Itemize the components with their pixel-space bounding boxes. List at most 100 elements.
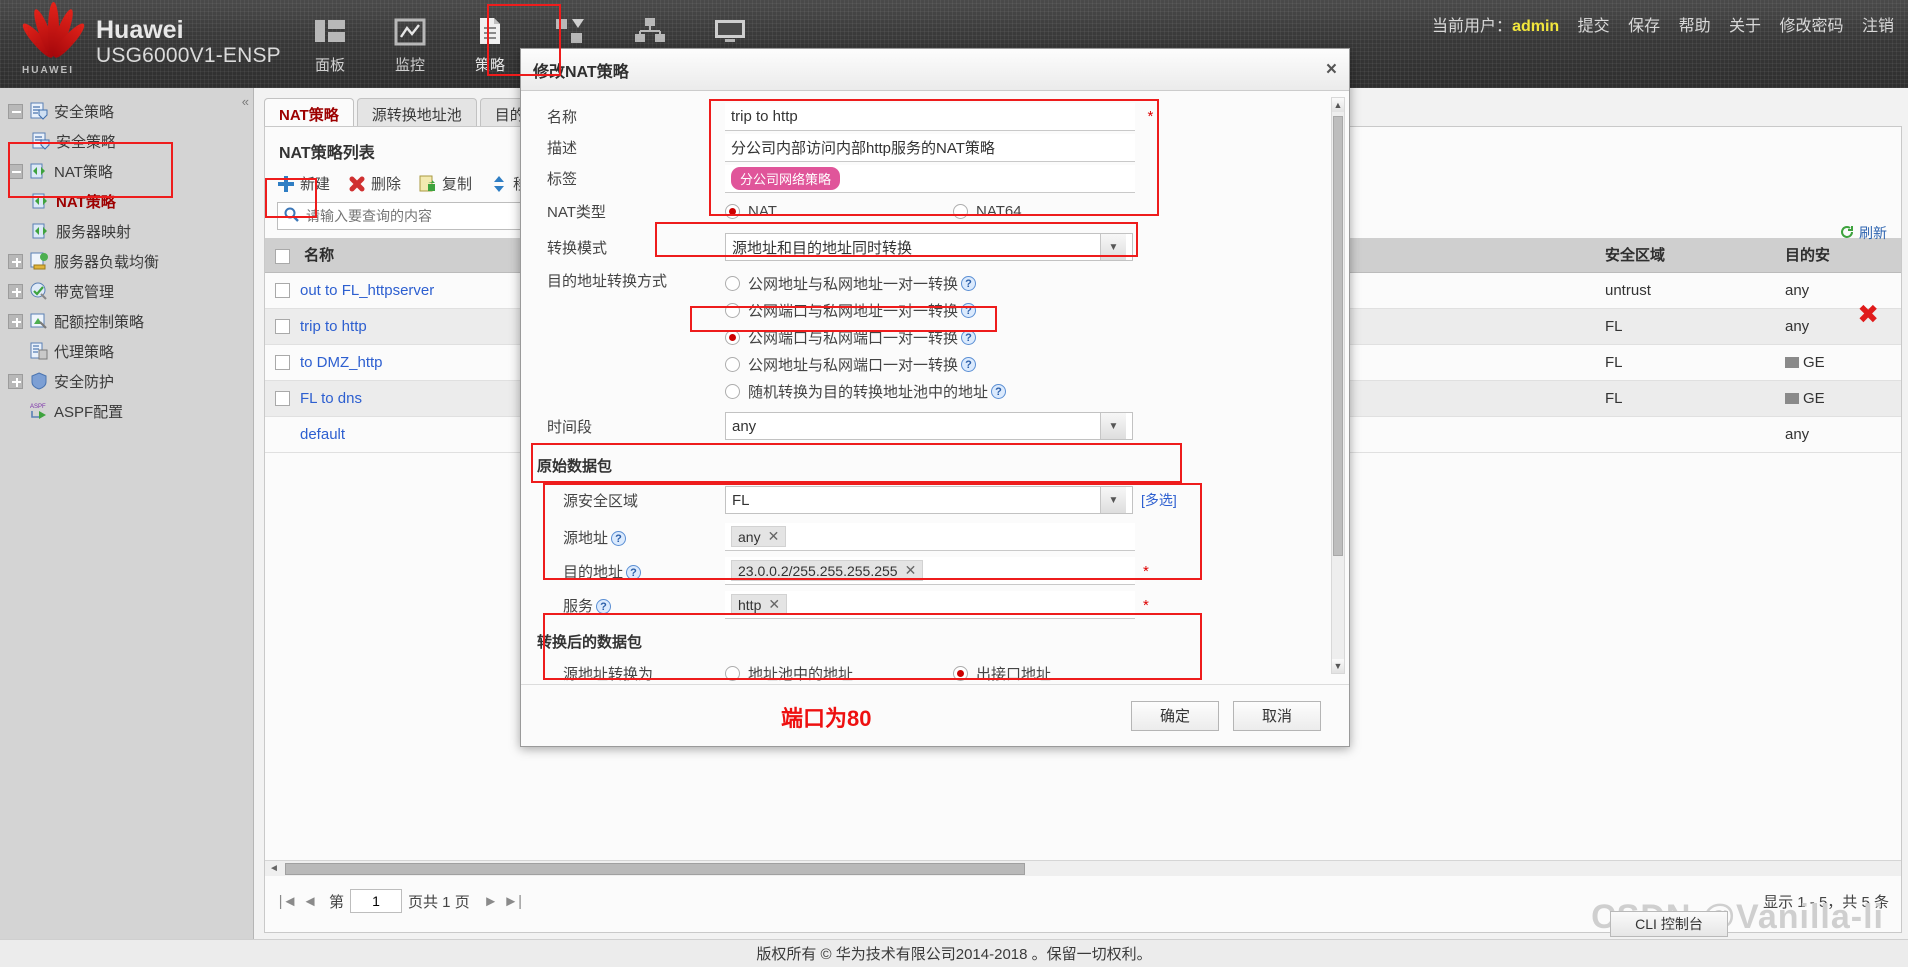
row-name-link[interactable]: out to FL_httpserver — [300, 282, 434, 299]
radio-nat64[interactable]: NAT64 — [953, 198, 1022, 225]
radio-icon[interactable] — [725, 665, 740, 681]
radio-pub-port-priv-addr[interactable]: 公网端口与私网地址一对一转换 ? — [725, 297, 1323, 324]
new-button[interactable]: 新建 — [277, 173, 330, 194]
radio-nat[interactable]: NAT — [725, 198, 953, 225]
pager-next[interactable]: ► — [480, 893, 502, 910]
address-chip[interactable]: 23.0.0.2/255.255.255.255 ✕ — [731, 560, 924, 581]
radio-outbound-interface[interactable]: 出接口地址 — [953, 660, 1051, 685]
pager-page-input[interactable] — [350, 889, 403, 913]
radio-icon[interactable] — [725, 303, 740, 318]
radio-icon[interactable] — [725, 330, 740, 345]
pager-last[interactable]: ►| — [502, 893, 524, 910]
refresh-button[interactable]: 刷新 — [1840, 223, 1887, 243]
service-chip[interactable]: http ✕ — [731, 594, 788, 615]
tag-pill[interactable]: 分公司网络策略 — [731, 166, 841, 190]
help-icon[interactable]: ? — [596, 599, 612, 615]
row-checkbox[interactable] — [275, 355, 290, 371]
help-icon[interactable]: ? — [961, 330, 977, 345]
remove-chip-icon[interactable]: ✕ — [768, 528, 780, 545]
row-name-link[interactable]: trip to http — [300, 318, 367, 335]
sidebar-item-server-load-balance[interactable]: 服务器负载均衡 — [6, 246, 253, 276]
tab-nat-policy[interactable]: NAT策略 — [264, 98, 354, 128]
row-name-link[interactable]: FL to dns — [300, 390, 362, 407]
description-input[interactable] — [725, 133, 1135, 162]
radio-icon[interactable] — [725, 276, 740, 291]
nav-item-monitor[interactable]: 监控 — [370, 6, 450, 75]
help-icon[interactable]: ? — [961, 276, 977, 291]
chevron-down-icon[interactable]: ▼ — [1100, 487, 1126, 513]
action-change-password[interactable]: 修改密码 — [1780, 18, 1844, 35]
scroll-up-arrow-icon[interactable]: ▲ — [1332, 98, 1344, 112]
remove-chip-icon[interactable]: ✕ — [905, 562, 917, 579]
radio-address-pool[interactable]: 地址池中的地址 — [725, 660, 953, 685]
service-field[interactable]: http ✕ — [725, 591, 1135, 619]
close-icon[interactable]: × — [1326, 59, 1337, 81]
scroll-left-arrow-icon[interactable]: ◄ — [265, 861, 283, 877]
sidebar-item-nat-policy[interactable]: NAT策略 — [6, 186, 253, 216]
help-icon[interactable]: ? — [991, 384, 1007, 399]
sidebar-item-security-protection[interactable]: 安全防护 — [6, 366, 253, 396]
sidebar-item-security-policy-group[interactable]: 安全策略 — [6, 96, 253, 126]
scroll-thumb[interactable] — [1333, 116, 1343, 556]
conversion-mode-select[interactable]: 源地址和目的地址同时转换 ▼ — [725, 233, 1133, 261]
name-input[interactable] — [725, 102, 1135, 131]
action-logout[interactable]: 注销 — [1862, 18, 1894, 35]
cell-name[interactable]: out to FL_httpserver — [265, 272, 555, 309]
select-all-checkbox[interactable] — [275, 248, 290, 264]
horizontal-scrollbar[interactable]: ◄ — [265, 860, 1901, 876]
radio-icon[interactable] — [725, 203, 740, 219]
expand-plus-icon[interactable] — [8, 373, 23, 389]
row-checkbox[interactable] — [275, 319, 290, 335]
radio-pub-addr-priv-port[interactable]: 公网地址与私网端口一对一转换 ? — [725, 351, 1323, 378]
tag-field[interactable]: 分公司网络策略 — [725, 164, 1135, 193]
action-submit[interactable]: 提交 — [1578, 18, 1610, 35]
src-zone-select[interactable]: FL ▼ — [725, 486, 1133, 514]
pager-first[interactable]: |◄ — [277, 893, 299, 910]
expand-plus-icon[interactable] — [8, 313, 23, 329]
tab-source-nat-pool[interactable]: 源转换地址池 — [356, 98, 477, 128]
cell-name[interactable]: to DMZ_http — [265, 344, 555, 381]
sidebar-item-server-map[interactable]: 服务器映射 — [6, 216, 253, 246]
sidebar-item-security-policy[interactable]: 安全策略 — [6, 126, 253, 156]
copy-button[interactable]: 复制 — [419, 173, 472, 194]
multi-select-link[interactable]: [多选] — [1141, 490, 1177, 510]
chevron-down-icon[interactable]: ▼ — [1100, 234, 1126, 260]
radio-icon[interactable] — [953, 665, 968, 681]
close-red-x-icon[interactable]: ✖ — [1857, 299, 1879, 330]
collapse-minus-icon[interactable] — [8, 163, 23, 179]
pager-prev[interactable]: ◄ — [299, 893, 321, 910]
cell-name[interactable]: FL to dns — [265, 380, 555, 417]
radio-pub-addr-priv-addr[interactable]: 公网地址与私网地址一对一转换 ? — [725, 270, 1323, 297]
dialog-vertical-scrollbar[interactable]: ▲ ▼ — [1331, 97, 1345, 674]
row-checkbox[interactable] — [275, 283, 290, 299]
row-checkbox[interactable] — [275, 391, 290, 407]
sidebar-item-quota-policy[interactable]: 配额控制策略 — [6, 306, 253, 336]
expand-plus-icon[interactable] — [8, 283, 23, 299]
action-about[interactable]: 关于 — [1729, 18, 1761, 35]
src-address-field[interactable]: any ✕ — [725, 523, 1135, 551]
scroll-down-arrow-icon[interactable]: ▼ — [1332, 659, 1344, 673]
ok-button[interactable]: 确定 — [1131, 700, 1219, 731]
radio-random-pool[interactable]: 随机转换为目的转换地址池中的地址 ? — [725, 378, 1323, 405]
cli-console-button[interactable]: CLI 控制台 — [1610, 911, 1728, 937]
cancel-button[interactable]: 取消 — [1233, 700, 1321, 731]
sidebar-item-bandwidth[interactable]: 带宽管理 — [6, 276, 253, 306]
delete-button[interactable]: 删除 — [348, 173, 401, 194]
help-icon[interactable]: ? — [961, 357, 977, 372]
address-chip[interactable]: any ✕ — [731, 526, 787, 547]
sidebar-item-proxy-policy[interactable]: 代理策略 — [6, 336, 253, 366]
radio-icon[interactable] — [725, 357, 740, 372]
row-name-link[interactable]: to DMZ_http — [300, 354, 383, 371]
sidebar-collapse-icon[interactable]: « — [242, 94, 249, 109]
help-icon[interactable]: ? — [626, 565, 642, 581]
collapse-minus-icon[interactable] — [8, 103, 23, 119]
nav-item-policy[interactable]: 策略 — [450, 6, 530, 75]
sidebar-item-nat-policy-group[interactable]: NAT策略 — [6, 156, 253, 186]
chevron-down-icon[interactable]: ▼ — [1100, 413, 1126, 439]
dest-address-field[interactable]: 23.0.0.2/255.255.255.255 ✕ — [725, 557, 1135, 585]
scroll-thumb[interactable] — [285, 862, 1025, 875]
time-range-select[interactable]: any ▼ — [725, 412, 1133, 440]
help-icon[interactable]: ? — [961, 303, 977, 318]
radio-icon[interactable] — [725, 384, 740, 399]
nav-item-dashboard[interactable]: 面板 — [290, 6, 370, 75]
